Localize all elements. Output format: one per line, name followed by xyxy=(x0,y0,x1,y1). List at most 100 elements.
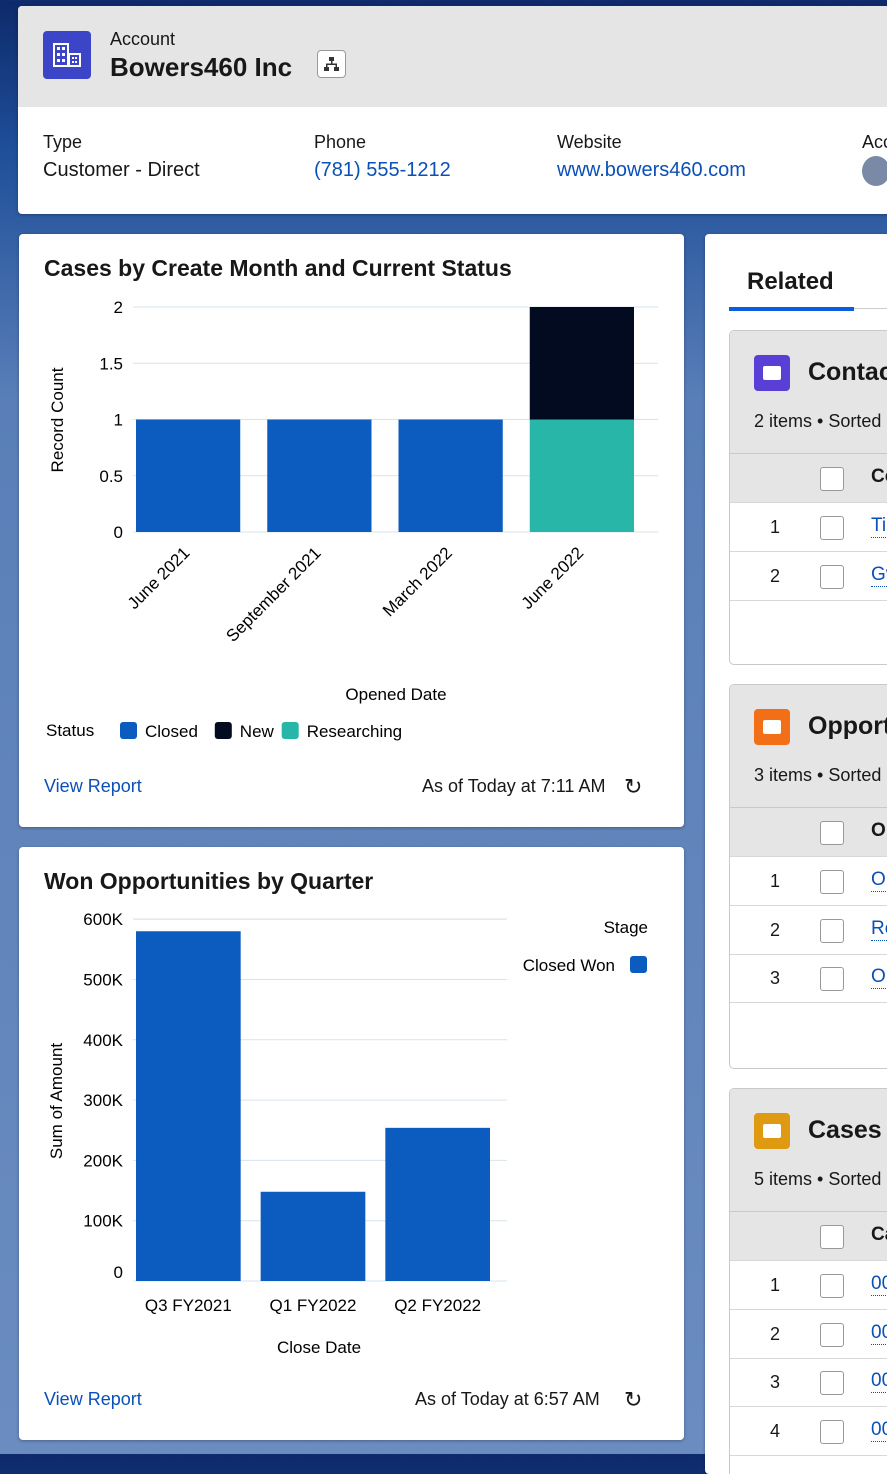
row-checkbox[interactable] xyxy=(820,967,844,991)
phone-link[interactable]: (781) 555-1212 xyxy=(314,159,451,182)
table-header-row: Co xyxy=(730,454,887,503)
table-header-row: Ca xyxy=(730,1212,887,1261)
row-number: 3 xyxy=(770,968,781,988)
owner-avatar[interactable] xyxy=(862,156,887,186)
legend-swatch xyxy=(630,956,647,973)
account-header: Account Bowers460 Inc Type Customer - Di… xyxy=(18,6,887,214)
legend-title: Status xyxy=(46,721,94,740)
panel-title[interactable]: Contacts xyxy=(808,358,887,387)
bar-closed-won xyxy=(260,1191,366,1281)
y-tick-label: 0 xyxy=(114,1263,123,1282)
refresh-icon[interactable]: ↻ xyxy=(624,774,642,800)
panel-meta: 3 items • Sorted xyxy=(754,765,882,785)
row-checkbox[interactable] xyxy=(820,1322,844,1347)
as-of-timestamp: As of Today at 7:11 AM xyxy=(422,776,606,796)
opportunities-chart-card: Won Opportunities by Quarter 0 100K 200K 30… xyxy=(19,847,684,1440)
x-tick-label: Q2 FY2022 xyxy=(394,1296,481,1315)
view-report-link[interactable]: View Report xyxy=(44,1389,142,1410)
record-link[interactable]: 00 xyxy=(871,1419,887,1442)
bar-closed xyxy=(267,419,372,532)
bar-researching xyxy=(529,419,634,532)
field-label-website: Website xyxy=(557,132,622,152)
legend-label: New xyxy=(240,722,275,741)
column-header[interactable]: Op xyxy=(871,820,887,842)
row-number: 1 xyxy=(770,871,781,891)
field-label-type: Type xyxy=(43,132,83,152)
active-tab-indicator xyxy=(729,307,854,311)
row-checkbox[interactable] xyxy=(820,1274,844,1298)
table-row: 1 Ti xyxy=(730,503,887,552)
refresh-icon[interactable]: ↻ xyxy=(624,1387,642,1413)
select-all-checkbox[interactable] xyxy=(820,467,844,491)
x-axis-label: Close Date xyxy=(277,1338,361,1357)
column-header[interactable]: Ca xyxy=(871,1224,887,1246)
record-link[interactable]: Op xyxy=(871,869,887,892)
y-tick-label: 100K xyxy=(83,1212,123,1231)
object-label: Account xyxy=(110,29,176,49)
legend-swatch xyxy=(214,722,232,739)
y-tick-label: 0 xyxy=(114,523,123,542)
legend-label: Closed xyxy=(145,722,198,741)
panel-header: Contacts 2 items • Sorted xyxy=(730,331,887,454)
row-number: 2 xyxy=(770,565,781,586)
x-tick-label: Q3 FY2021 xyxy=(145,1296,232,1315)
row-checkbox[interactable] xyxy=(820,1371,844,1395)
record-link[interactable]: Re xyxy=(871,918,887,941)
y-tick-label: 0.5 xyxy=(99,467,123,486)
record-link[interactable]: 00 xyxy=(871,1370,887,1393)
select-all-checkbox[interactable] xyxy=(820,1225,844,1249)
y-axis-label: Record Count xyxy=(48,367,67,472)
row-checkbox[interactable] xyxy=(820,918,844,943)
legend-title: Stage xyxy=(604,918,648,937)
y-axis-label: Sum of Amount xyxy=(47,1043,66,1160)
account-name: Bowers460 Inc xyxy=(110,52,293,82)
related-panel: Related Contacts 2 items • Sorted Co 1 Ti 2… xyxy=(705,234,887,1474)
building-icon xyxy=(43,31,91,79)
panel-meta: 5 items • Sorted xyxy=(754,1169,882,1189)
bar-closed xyxy=(136,419,241,532)
field-value-type: Customer - Direct xyxy=(43,159,200,181)
panel-header: Opportunities 3 items • Sorted xyxy=(730,685,887,808)
panel-title[interactable]: Opportunities xyxy=(808,712,887,741)
briefcase-icon xyxy=(754,1113,790,1149)
record-link[interactable]: Op xyxy=(871,966,887,989)
website-link[interactable]: www.bowers460.com xyxy=(557,159,746,182)
record-link[interactable]: Gv xyxy=(871,564,887,587)
legend-swatch xyxy=(281,722,299,739)
row-number: 2 xyxy=(770,1323,781,1344)
row-checkbox[interactable] xyxy=(820,564,844,589)
legend-label: Closed Won xyxy=(523,956,615,975)
tab-related[interactable]: Related xyxy=(747,268,834,296)
table-row: 2 Re xyxy=(730,906,887,955)
row-checkbox[interactable] xyxy=(820,1419,844,1444)
row-checkbox[interactable] xyxy=(820,516,844,540)
bar-new xyxy=(529,307,634,420)
table-row: 1 Op xyxy=(730,857,887,906)
field-label-account-owner: Acc xyxy=(862,132,887,152)
panel-title[interactable]: Cases xyxy=(808,1116,882,1145)
table-header-row: Op xyxy=(730,808,887,857)
view-report-link[interactable]: View Report xyxy=(44,776,142,797)
as-of-timestamp: As of Today at 6:57 AM xyxy=(415,1389,600,1409)
record-link[interactable]: Ti xyxy=(871,515,887,538)
legend-swatch xyxy=(120,722,137,739)
y-tick-label: 1 xyxy=(114,411,123,430)
hierarchy-icon[interactable] xyxy=(317,50,346,78)
table-row: 2 Gv xyxy=(730,552,887,601)
select-all-checkbox[interactable] xyxy=(820,821,844,845)
table-row: 1 00 xyxy=(730,1261,887,1310)
x-tick-label: June 2021 xyxy=(124,543,194,613)
y-tick-label: 2 xyxy=(114,298,123,317)
row-checkbox[interactable] xyxy=(820,870,844,894)
table-row: 4 00 xyxy=(730,1407,887,1456)
x-tick-label: March 2022 xyxy=(379,543,456,620)
legend-label: Researching xyxy=(307,722,402,741)
x-tick-label: Q1 FY2022 xyxy=(270,1296,357,1315)
bar-closed-won xyxy=(136,931,241,1281)
cases-chart: 0 0.5 1 1.5 2 Record Count June 2021 September … xyxy=(46,298,658,741)
record-link[interactable]: 00 xyxy=(871,1322,887,1345)
column-header[interactable]: Co xyxy=(871,466,887,488)
x-tick-label: June 2022 xyxy=(518,543,588,613)
table-row: 2 00 xyxy=(730,1310,887,1359)
record-link[interactable]: 00 xyxy=(871,1273,887,1296)
